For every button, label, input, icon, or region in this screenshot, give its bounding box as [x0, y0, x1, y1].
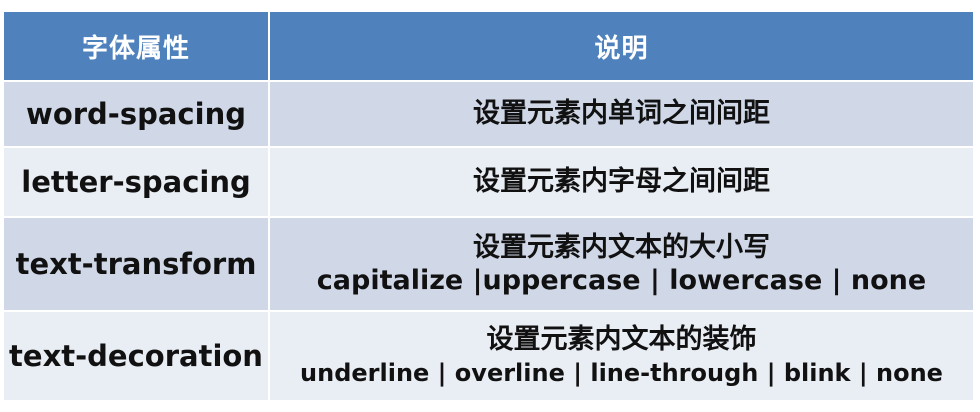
attribute-name: letter-spacing [21, 165, 251, 199]
description-cell: 设置元素内文本的大小写 capitalize |uppercase | lowe… [268, 216, 975, 312]
description-cell: 设置元素内单词之间间距 [268, 80, 975, 148]
attribute-name: word-spacing [26, 97, 246, 131]
description-text: 设置元素内单词之间间距 [473, 98, 770, 129]
table-header-row: 字体属性 说明 [2, 10, 975, 82]
description-text: 设置元素内字母之间间距 [473, 166, 770, 197]
header-attribute: 字体属性 [2, 10, 270, 82]
description-text: 设置元素内文本的大小写 [473, 232, 770, 263]
table-row: text-transform 设置元素内文本的大小写 capitalize |u… [2, 216, 975, 312]
attribute-cell: letter-spacing [2, 146, 270, 218]
table-row: text-decoration 设置元素内文本的装饰 underline | o… [2, 310, 975, 402]
table-row: letter-spacing 设置元素内字母之间间距 [2, 146, 975, 218]
attribute-name: text-decoration [9, 339, 263, 373]
attribute-cell: word-spacing [2, 80, 270, 148]
attribute-cell: text-decoration [2, 310, 270, 402]
attribute-name: text-transform [15, 247, 257, 281]
description-cell: 设置元素内字母之间间距 [268, 146, 975, 218]
description-cell: 设置元素内文本的装饰 underline | overline | line-t… [268, 310, 975, 402]
value-list: underline | overline | line-through | bl… [300, 359, 943, 387]
css-text-properties-table: 字体属性 说明 word-spacing 设置元素内单词之间间距 letter-… [2, 10, 975, 402]
table-row: word-spacing 设置元素内单词之间间距 [2, 80, 975, 148]
attribute-cell: text-transform [2, 216, 270, 312]
description-text: 设置元素内文本的装饰 [486, 324, 757, 355]
header-description: 说明 [268, 10, 975, 82]
value-list: capitalize |uppercase | lowercase | none [316, 265, 927, 296]
